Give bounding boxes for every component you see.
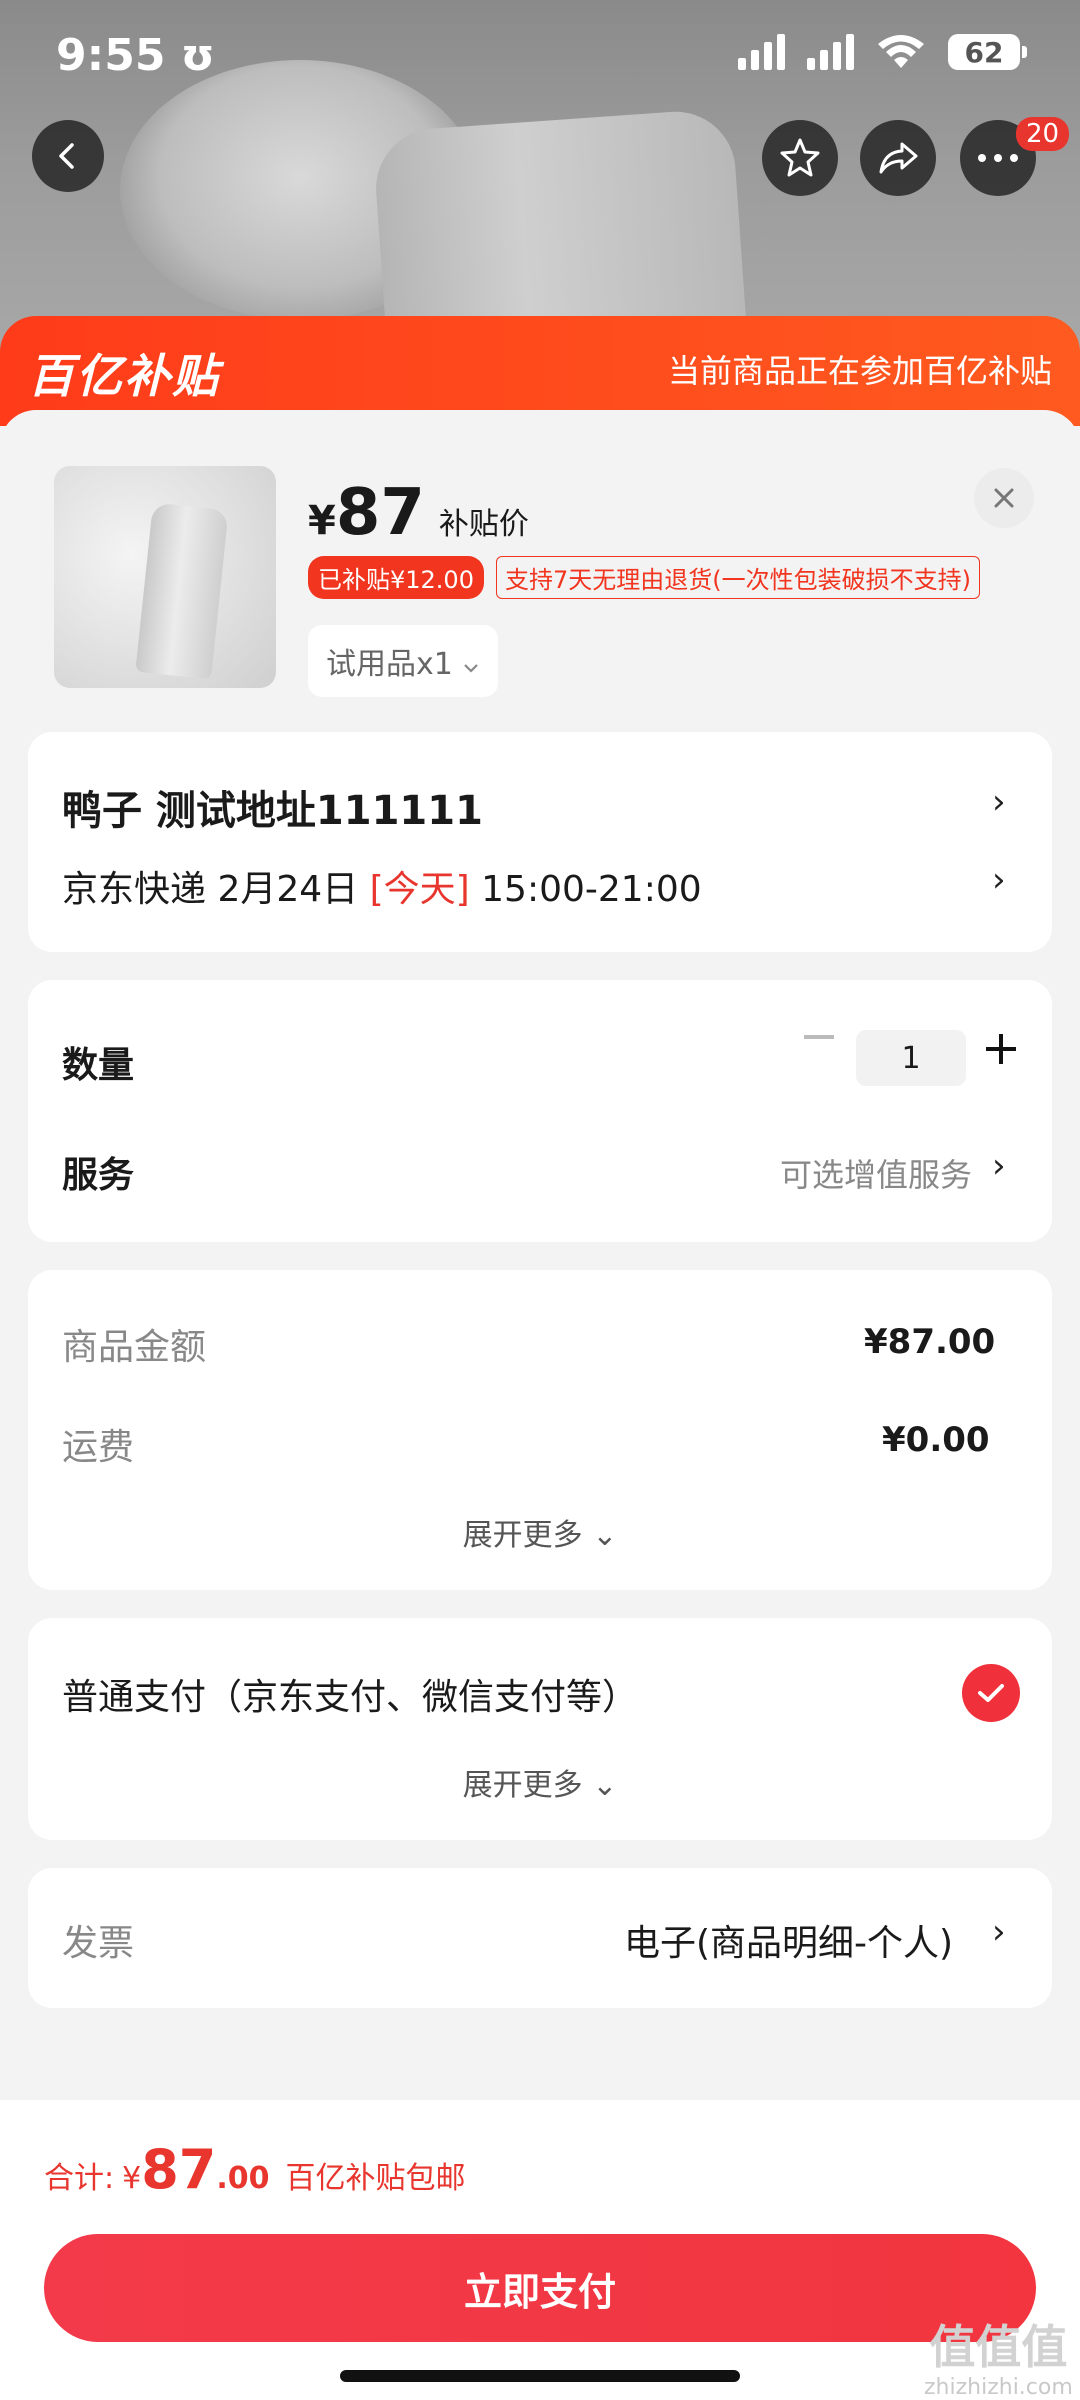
share-button[interactable]	[860, 120, 936, 196]
quantity-stepper[interactable]: 1	[856, 1030, 966, 1086]
expand-more-button[interactable]: 展开更多 ⌄	[28, 1760, 1052, 1804]
service-label: 服务	[62, 1155, 135, 1196]
share-icon	[879, 142, 918, 174]
close-button[interactable]	[974, 468, 1034, 528]
invoice-card[interactable]: 发票 电子(商品明细-个人) ›	[28, 1868, 1052, 2008]
invoice-value[interactable]: 电子(商品明细-个人)	[624, 1914, 953, 1966]
chevron-right-icon[interactable]: ›	[992, 1146, 1006, 1186]
star-icon	[780, 138, 820, 177]
site-watermark: 值值值 zhizhizhi.com	[924, 2320, 1073, 2400]
back-icon	[59, 143, 74, 169]
chevron-right-icon[interactable]: ›	[992, 1912, 1006, 1952]
subsidy-tag: 已补贴¥12.00	[308, 556, 484, 599]
close-icon	[994, 488, 1014, 508]
pay-now-button[interactable]: 立即支付	[44, 2234, 1036, 2342]
cellular-signal-icon	[738, 34, 785, 70]
back-button[interactable]	[32, 120, 104, 192]
status-bar: 9:55 ʊ 62	[0, 0, 1080, 110]
variant-selector[interactable]: 试用品x1	[308, 625, 499, 697]
battery-indicator: 62	[948, 34, 1027, 70]
return-policy-tag: 支持7天无理由退货(一次性包装破损不支持)	[495, 556, 980, 599]
subsidy-logo: 百亿补贴	[28, 349, 220, 403]
delivery-line[interactable]: 京东快递 2月24日 [今天] 15:00-21:00	[62, 860, 702, 912]
more-icon	[978, 154, 1018, 162]
invoice-label: 发票	[62, 1923, 135, 1964]
expand-more-button[interactable]: 展开更多 ⌄	[28, 1510, 1052, 1554]
checkmark-icon	[978, 1684, 1004, 1702]
order-total: 合计: ¥ 87 .00 百亿补贴包邮	[44, 2138, 466, 2201]
cellular-signal-2-icon	[807, 34, 854, 70]
plus-icon[interactable]	[986, 1034, 1016, 1064]
status-time: 9:55 ʊ	[56, 30, 215, 81]
chevron-down-icon: ⌄	[592, 1518, 618, 1553]
product-thumbnail	[54, 466, 276, 688]
quantity-label: 数量	[62, 1045, 135, 1086]
service-value[interactable]: 可选增值服务	[780, 1150, 972, 1196]
notification-badge: 20	[1016, 117, 1070, 151]
variant-label: 试用品x1	[326, 647, 453, 682]
product-price: ¥ 87 补贴价	[308, 476, 529, 550]
home-indicator[interactable]	[340, 2370, 740, 2382]
chevron-down-icon: ⌄	[592, 1768, 618, 1803]
payment-selected-checkbox[interactable]	[962, 1664, 1020, 1722]
goods-amount-label: 商品金额	[62, 1327, 207, 1368]
chevron-right-icon[interactable]: ›	[992, 860, 1006, 900]
wifi-icon	[878, 35, 924, 68]
subsidy-note: 当前商品正在参加百亿补贴	[667, 352, 1052, 390]
payment-card: 普通支付（京东支付、微信支付等） 展开更多 ⌄	[28, 1618, 1052, 1840]
shipping-fee-value: ¥0.00	[882, 1420, 990, 1460]
cost-card: 商品金额 ¥87.00 运费 ¥0.00 展开更多 ⌄	[28, 1270, 1052, 1590]
chevron-right-icon[interactable]: ›	[992, 782, 1006, 822]
product-header: ¥ 87 补贴价 已补贴¥12.00 支持7天无理由退货(一次性包装破损不支持)…	[0, 410, 1080, 710]
favorite-button[interactable]	[762, 120, 838, 196]
goods-amount-value: ¥87.00	[864, 1322, 996, 1362]
alarm-icon: ʊ	[180, 30, 215, 81]
quantity-service-card: 数量 1 服务 可选增值服务 ›	[28, 980, 1052, 1242]
address-line[interactable]: 鸭子 测试地址111111	[62, 778, 483, 836]
shipping-fee-label: 运费	[62, 1427, 135, 1468]
minus-icon[interactable]	[804, 1035, 834, 1039]
checkout-footer: 合计: ¥ 87 .00 百亿补贴包邮 立即支付	[0, 2100, 1080, 2400]
chevron-down-icon	[464, 664, 479, 673]
payment-method-label[interactable]: 普通支付（京东支付、微信支付等）	[62, 1668, 638, 1720]
address-card: 鸭子 测试地址111111 › 京东快递 2月24日 [今天] 15:00-21…	[28, 732, 1052, 952]
